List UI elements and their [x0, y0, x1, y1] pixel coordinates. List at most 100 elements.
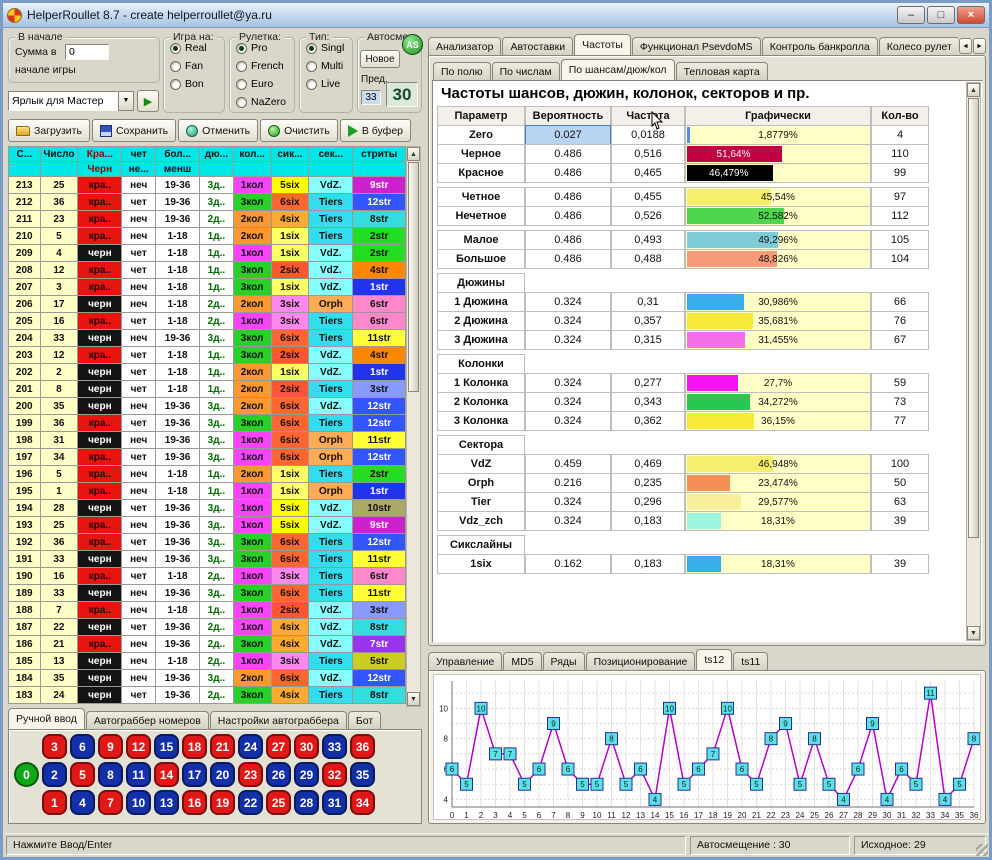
play-button[interactable]: ▶: [137, 90, 159, 112]
board-number-31[interactable]: 31: [322, 790, 347, 815]
toolbar-button-save-disk[interactable]: Сохранить: [92, 119, 176, 142]
board-number-0[interactable]: 0: [14, 762, 39, 787]
history-row-194[interactable]: 19428чернчет19-363д..1кол5sixVdZ.10str: [9, 500, 406, 517]
series-tab-2[interactable]: MD5: [503, 652, 541, 670]
history-row-202[interactable]: 2022чернчет1-181д..2кол1sixVdZ.1str: [9, 364, 406, 381]
main-tab-6[interactable]: Колесо рулет: [879, 37, 958, 55]
freq-subtab-2[interactable]: По числам: [492, 62, 560, 80]
series-tab-5[interactable]: ts12: [696, 649, 732, 670]
maximize-button[interactable]: □: [927, 6, 955, 24]
board-number-6[interactable]: 6: [70, 734, 95, 759]
board-number-11[interactable]: 11: [126, 762, 151, 787]
history-row-198[interactable]: 19831черннеч19-363д..1кол6sixOrph11str: [9, 432, 406, 449]
history-row-192[interactable]: 19236кра..чет19-363д..3кол6sixTiers12str: [9, 534, 406, 551]
freq-subtab-4[interactable]: Тепловая карта: [676, 62, 768, 80]
radio-option-Euro[interactable]: Euro: [236, 76, 294, 92]
toolbar-button-clear[interactable]: Очистить: [260, 119, 338, 142]
main-tab-1[interactable]: Анализатор: [428, 37, 501, 55]
new-button[interactable]: Новое: [360, 50, 400, 68]
history-scrollbar[interactable]: ▲ ▼: [406, 146, 421, 707]
history-row-207[interactable]: 2073кра..неч1-181д..3кол1sixVdZ.1str: [9, 279, 406, 296]
history-row-188[interactable]: 1887кра..неч1-181д..1кол2sixVdZ.3str: [9, 602, 406, 619]
board-number-25[interactable]: 25: [266, 790, 291, 815]
board-number-34[interactable]: 34: [350, 790, 375, 815]
board-number-10[interactable]: 10: [126, 790, 151, 815]
board-number-20[interactable]: 20: [210, 762, 235, 787]
scroll-down-icon[interactable]: ▼: [967, 626, 980, 640]
history-row-183[interactable]: 18324чернчет19-362д..3кол4sixTiers8str: [9, 687, 406, 704]
board-number-29[interactable]: 29: [294, 762, 319, 787]
board-number-27[interactable]: 27: [266, 734, 291, 759]
board-number-13[interactable]: 13: [154, 790, 179, 815]
history-row-186[interactable]: 18621кра..неч19-362д..3кол4sixVdZ.7str: [9, 636, 406, 653]
history-row-209[interactable]: 2094чернчет1-181д..1кол1sixVdZ.2str: [9, 245, 406, 262]
radio-option-Fan[interactable]: Fan: [170, 58, 224, 74]
board-number-7[interactable]: 7: [98, 790, 123, 815]
board-number-1[interactable]: 1: [42, 790, 67, 815]
input-tab-2[interactable]: Автограббер номеров: [86, 711, 209, 729]
toolbar-button-copy-buffer[interactable]: В буфер: [340, 119, 411, 142]
master-combobox[interactable]: Ярлык для Мастер ▼: [8, 91, 134, 111]
history-row-208[interactable]: 20812кра..чет1-181д..3кол2sixVdZ.4str: [9, 262, 406, 279]
history-row-184[interactable]: 18435черннеч19-363д..2кол6sixVdZ.12str: [9, 670, 406, 687]
board-number-33[interactable]: 33: [322, 734, 347, 759]
history-row-205[interactable]: 20516кра..чет1-182д..1кол3sixTiers6str: [9, 313, 406, 330]
history-row-191[interactable]: 19133черннеч19-363д..3кол6sixTiers11str: [9, 551, 406, 568]
history-row-211[interactable]: 21123кра..неч19-362д..2кол4sixTiers8str: [9, 211, 406, 228]
board-number-24[interactable]: 24: [238, 734, 263, 759]
board-number-23[interactable]: 23: [238, 762, 263, 787]
board-number-5[interactable]: 5: [70, 762, 95, 787]
radio-option-French[interactable]: French: [236, 58, 294, 74]
board-number-4[interactable]: 4: [70, 790, 95, 815]
radio-option-Live[interactable]: Live: [306, 76, 352, 92]
history-row-190[interactable]: 19016кра..чет1-182д..1кол3sixTiers6str: [9, 568, 406, 585]
freq-subtab-1[interactable]: По полю: [433, 62, 491, 80]
series-tab-6[interactable]: ts11: [733, 652, 768, 670]
board-number-9[interactable]: 9: [98, 734, 123, 759]
scrollbar-thumb[interactable]: [968, 98, 979, 538]
series-tab-1[interactable]: Управление: [428, 652, 502, 670]
history-row-204[interactable]: 20433черннеч19-363д..3кол6sixTiers11str: [9, 330, 406, 347]
board-number-16[interactable]: 16: [182, 790, 207, 815]
tab-scroll-left-icon[interactable]: ◄: [959, 38, 972, 54]
history-row-200[interactable]: 20035черннеч19-363д..2кол6sixVdZ.12str: [9, 398, 406, 415]
scroll-down-icon[interactable]: ▼: [407, 692, 420, 706]
series-tab-4[interactable]: Позиционирование: [586, 652, 696, 670]
scroll-up-icon[interactable]: ▲: [407, 147, 420, 161]
board-number-36[interactable]: 36: [350, 734, 375, 759]
history-row-195[interactable]: 1951кра..неч1-181д..1кол1sixOrph1str: [9, 483, 406, 500]
history-row-206[interactable]: 20617черннеч1-182д..2кол3sixOrph6str: [9, 296, 406, 313]
history-row-196[interactable]: 1965кра..неч1-181д..2кол1sixTiers2str: [9, 466, 406, 483]
history-row-185[interactable]: 18513черннеч1-182д..1кол3sixTiers5str: [9, 653, 406, 670]
toolbar-button-undo[interactable]: Отменить: [178, 119, 258, 142]
freq-subtab-3[interactable]: По шансам/дюж/кол: [561, 59, 675, 80]
board-number-22[interactable]: 22: [238, 790, 263, 815]
board-number-26[interactable]: 26: [266, 762, 291, 787]
radio-option-Bon[interactable]: Bon: [170, 76, 224, 92]
main-tab-4[interactable]: Функционал PsevdoMS: [632, 37, 761, 55]
scrollbar-thumb[interactable]: [408, 162, 419, 392]
board-number-15[interactable]: 15: [154, 734, 179, 759]
board-number-14[interactable]: 14: [154, 762, 179, 787]
board-number-28[interactable]: 28: [294, 790, 319, 815]
chevron-down-icon[interactable]: ▼: [118, 91, 134, 111]
minimize-button[interactable]: –: [897, 6, 925, 24]
history-row-187[interactable]: 18722чернчет19-362д..1кол4sixVdZ.8str: [9, 619, 406, 636]
toolbar-button-open-folder[interactable]: Загрузить: [8, 119, 90, 142]
radio-option-NaZero[interactable]: NaZero: [236, 94, 294, 110]
radio-option-Multi[interactable]: Multi: [306, 58, 352, 74]
board-number-21[interactable]: 21: [210, 734, 235, 759]
history-row-203[interactable]: 20312кра..чет1-181д..3кол2sixVdZ.4str: [9, 347, 406, 364]
board-number-30[interactable]: 30: [294, 734, 319, 759]
as-button[interactable]: AS: [402, 34, 423, 55]
board-number-12[interactable]: 12: [126, 734, 151, 759]
main-tab-2[interactable]: Автоставки: [502, 37, 573, 55]
board-number-18[interactable]: 18: [182, 734, 207, 759]
main-tab-3[interactable]: Частоты: [574, 34, 631, 55]
history-row-213[interactable]: 21325кра..неч19-363д..1кол5sixVdZ.9str: [9, 177, 406, 194]
board-number-35[interactable]: 35: [350, 762, 375, 787]
main-tab-5[interactable]: Контроль банкролла: [762, 37, 878, 55]
resize-grip[interactable]: [976, 844, 988, 856]
scroll-up-icon[interactable]: ▲: [967, 83, 980, 97]
history-row-212[interactable]: 21236кра..чет19-363д..3кол6sixTiers12str: [9, 194, 406, 211]
